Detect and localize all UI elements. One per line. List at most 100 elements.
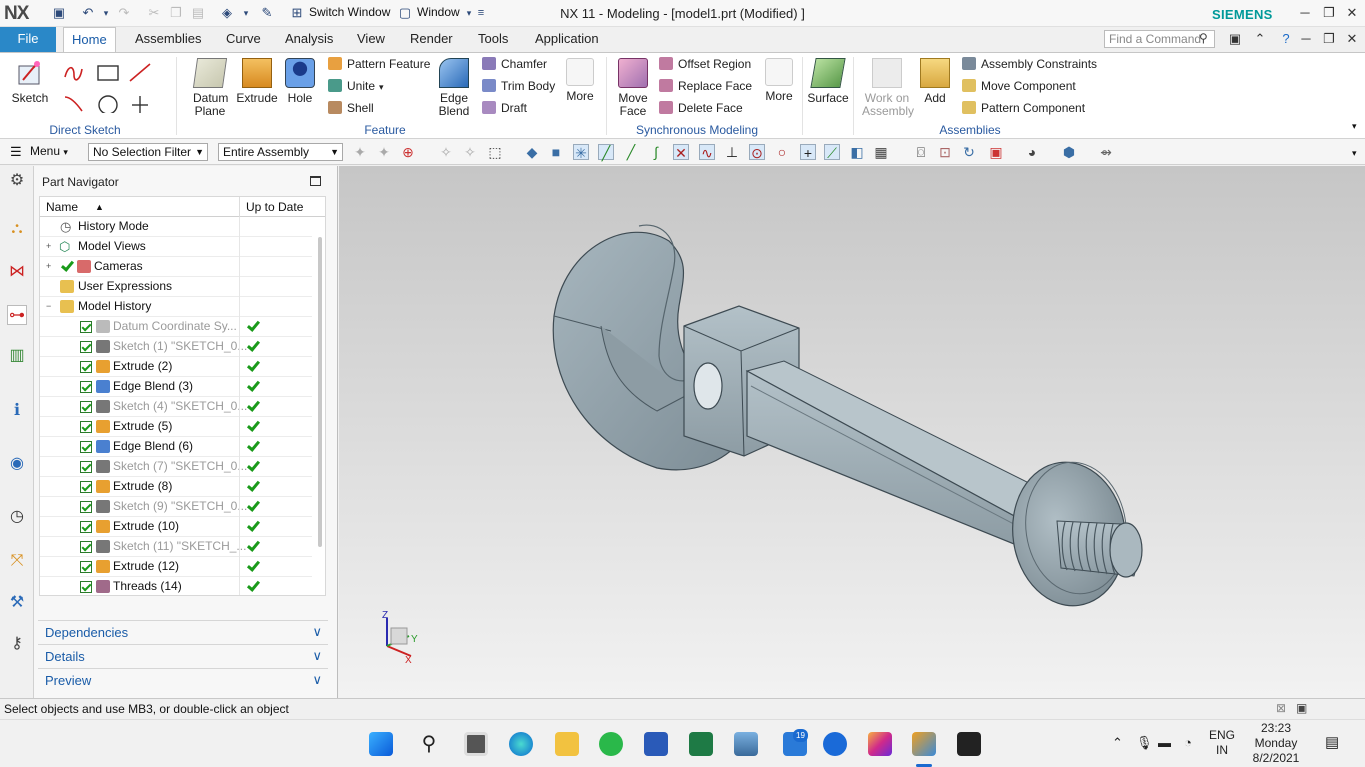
dependencies-panel[interactable]: Dependencies ∨	[38, 620, 328, 644]
history-icon[interactable]: ◷	[7, 507, 27, 527]
column-name-header[interactable]: Name	[46, 200, 78, 214]
curve-point-icon[interactable]: ∿	[699, 144, 715, 161]
clock[interactable]: 23:23 Monday 8/2/2021	[1248, 721, 1304, 766]
rendering-style-icon[interactable]: ◕	[1024, 144, 1040, 160]
visibility-checkbox[interactable]	[80, 381, 92, 393]
solid-body-icon[interactable]: ◆	[524, 144, 540, 160]
extrude-button[interactable]: Extrude	[236, 58, 278, 105]
fullscreen-icon[interactable]: ▣	[1224, 30, 1246, 48]
language-indicator[interactable]: ENG IN	[1208, 728, 1236, 758]
visibility-checkbox[interactable]	[80, 521, 92, 533]
maximize-icon[interactable]	[310, 176, 321, 186]
tangent-point-icon[interactable]: ⊥	[724, 144, 740, 160]
edit-section-icon[interactable]: ⬢	[1061, 144, 1077, 160]
visibility-checkbox[interactable]	[80, 421, 92, 433]
tab-view[interactable]: View	[349, 27, 393, 52]
doc-minimize-button[interactable]: ─	[1295, 30, 1317, 48]
preview-panel[interactable]: Preview ∨	[38, 668, 328, 692]
tree-row-feature[interactable]: Sketch (7) "SKETCH_0...	[40, 457, 312, 477]
tree-row-history-mode[interactable]: ◷ History Mode	[40, 217, 312, 237]
faces-icon[interactable]: ■	[548, 144, 564, 160]
manufacturing-wizards-icon[interactable]: ⚒	[7, 593, 27, 613]
excel-icon[interactable]	[689, 732, 713, 756]
whatsapp-icon[interactable]	[599, 732, 623, 756]
hook-bolt-model[interactable]: Z Y X	[339, 166, 1365, 698]
graphics-window[interactable]: Z Y X	[339, 166, 1365, 698]
details-panel[interactable]: Details ∨	[38, 644, 328, 668]
toolbar-options-icon[interactable]: ▾	[1352, 148, 1357, 159]
visibility-checkbox[interactable]	[80, 461, 92, 473]
chamfer-button[interactable]: Chamfer	[482, 55, 547, 73]
minimize-button[interactable]: ─	[1294, 4, 1316, 22]
rectangle-select-icon[interactable]: ⬚	[487, 144, 503, 160]
surface-button[interactable]: Surface	[806, 58, 850, 105]
nx-taskbar-icon[interactable]	[912, 732, 936, 756]
point-on-icon[interactable]: ✧	[438, 144, 454, 160]
visibility-checkbox[interactable]	[80, 361, 92, 373]
tree-row-feature[interactable]: Datum Coordinate Sy...	[40, 317, 312, 337]
hole-button[interactable]: Hole	[282, 58, 318, 105]
selection-scope-select[interactable]: Entire Assembly ▼	[218, 143, 343, 161]
tree-row-feature[interactable]: Extrude (2)	[40, 357, 312, 377]
tree-row-feature[interactable]: Extrude (12)	[40, 557, 312, 577]
microphone-icon[interactable]: 🎙	[1136, 735, 1153, 751]
assembly-constraints-button[interactable]: Assembly Constraints	[962, 55, 1097, 73]
visibility-checkbox[interactable]	[80, 581, 92, 593]
tree-row-model-views[interactable]: + ⬡ Model Views	[40, 237, 312, 257]
wifi-icon[interactable]: ◔	[1184, 735, 1192, 750]
notifications-icon[interactable]: ▤	[1325, 733, 1339, 751]
control-point-icon[interactable]: ∫	[648, 144, 664, 160]
tab-tools[interactable]: Tools	[470, 27, 516, 52]
help-icon[interactable]: ?	[1275, 30, 1297, 48]
close-button[interactable]: ✕	[1341, 4, 1363, 22]
start-icon[interactable]	[369, 732, 393, 756]
tree-row-feature[interactable]: Edge Blend (6)	[40, 437, 312, 457]
add-component-button[interactable]: Add	[918, 58, 952, 105]
intersection-point-icon[interactable]: ✕	[673, 144, 689, 161]
tab-curve[interactable]: Curve	[218, 27, 269, 52]
status-icon[interactable]: ⊠	[1276, 701, 1286, 715]
visibility-checkbox[interactable]	[80, 501, 92, 513]
filter-options-icon[interactable]: ✦	[352, 144, 368, 160]
instagram-icon[interactable]	[868, 732, 892, 756]
rotate-icon[interactable]: ↻	[961, 144, 977, 160]
search-icon[interactable]: ⚲	[1199, 31, 1208, 45]
sketch-button[interactable]: Sketch	[8, 58, 52, 105]
move-face-button[interactable]: Move Face	[612, 58, 654, 118]
snap-point-icon[interactable]: ⊕	[400, 144, 416, 160]
file-tab[interactable]: File	[0, 27, 56, 52]
part-navigator-icon[interactable]: ⊶	[7, 305, 27, 325]
intersect-icon[interactable]: ✧	[462, 144, 478, 160]
tree-row-feature[interactable]: Sketch (11) "SKETCH_...	[40, 537, 312, 557]
tab-analysis[interactable]: Analysis	[277, 27, 341, 52]
zoom-icon[interactable]: ⊡	[937, 144, 953, 160]
restore-button[interactable]: ❐	[1318, 4, 1340, 22]
visibility-checkbox[interactable]	[80, 481, 92, 493]
file-explorer-icon[interactable]	[555, 732, 579, 756]
existing-point-icon[interactable]: +	[800, 144, 816, 161]
unite-button[interactable]: Unite ▾	[328, 77, 384, 95]
tree-row-user-expressions[interactable]: User Expressions	[40, 277, 312, 297]
tree-row-feature[interactable]: Extrude (5)	[40, 417, 312, 437]
tab-home[interactable]: Home	[63, 27, 116, 52]
doc-close-button[interactable]: ✕	[1341, 30, 1363, 48]
tree-row-feature[interactable]: Sketch (1) "SKETCH_0...	[40, 337, 312, 357]
offset-region-button[interactable]: Offset Region	[659, 55, 751, 73]
edge-browser-icon[interactable]	[509, 732, 533, 756]
word-icon[interactable]	[644, 732, 668, 756]
tree-row-feature[interactable]: Threads (14)	[40, 577, 312, 595]
visibility-checkbox[interactable]	[80, 441, 92, 453]
visibility-checkbox[interactable]	[80, 561, 92, 573]
web-browser-icon[interactable]: ◉	[7, 454, 27, 474]
trim-body-button[interactable]: Trim Body	[482, 77, 555, 95]
task-view-icon[interactable]	[464, 732, 488, 756]
column-uptodate-header[interactable]: Up to Date	[246, 200, 303, 214]
tree-row-feature[interactable]: Edge Blend (3)	[40, 377, 312, 397]
midpoint-icon[interactable]: ╱	[623, 144, 639, 160]
ribbon-options-icon[interactable]: ▾	[1352, 121, 1357, 132]
collapse-icon[interactable]: −	[46, 302, 53, 311]
photos-icon[interactable]	[734, 732, 758, 756]
feature-more-button[interactable]: More	[562, 58, 598, 103]
snap-on-icon[interactable]: ✳	[573, 144, 589, 161]
point-on-face-icon[interactable]: ◧	[849, 144, 865, 160]
